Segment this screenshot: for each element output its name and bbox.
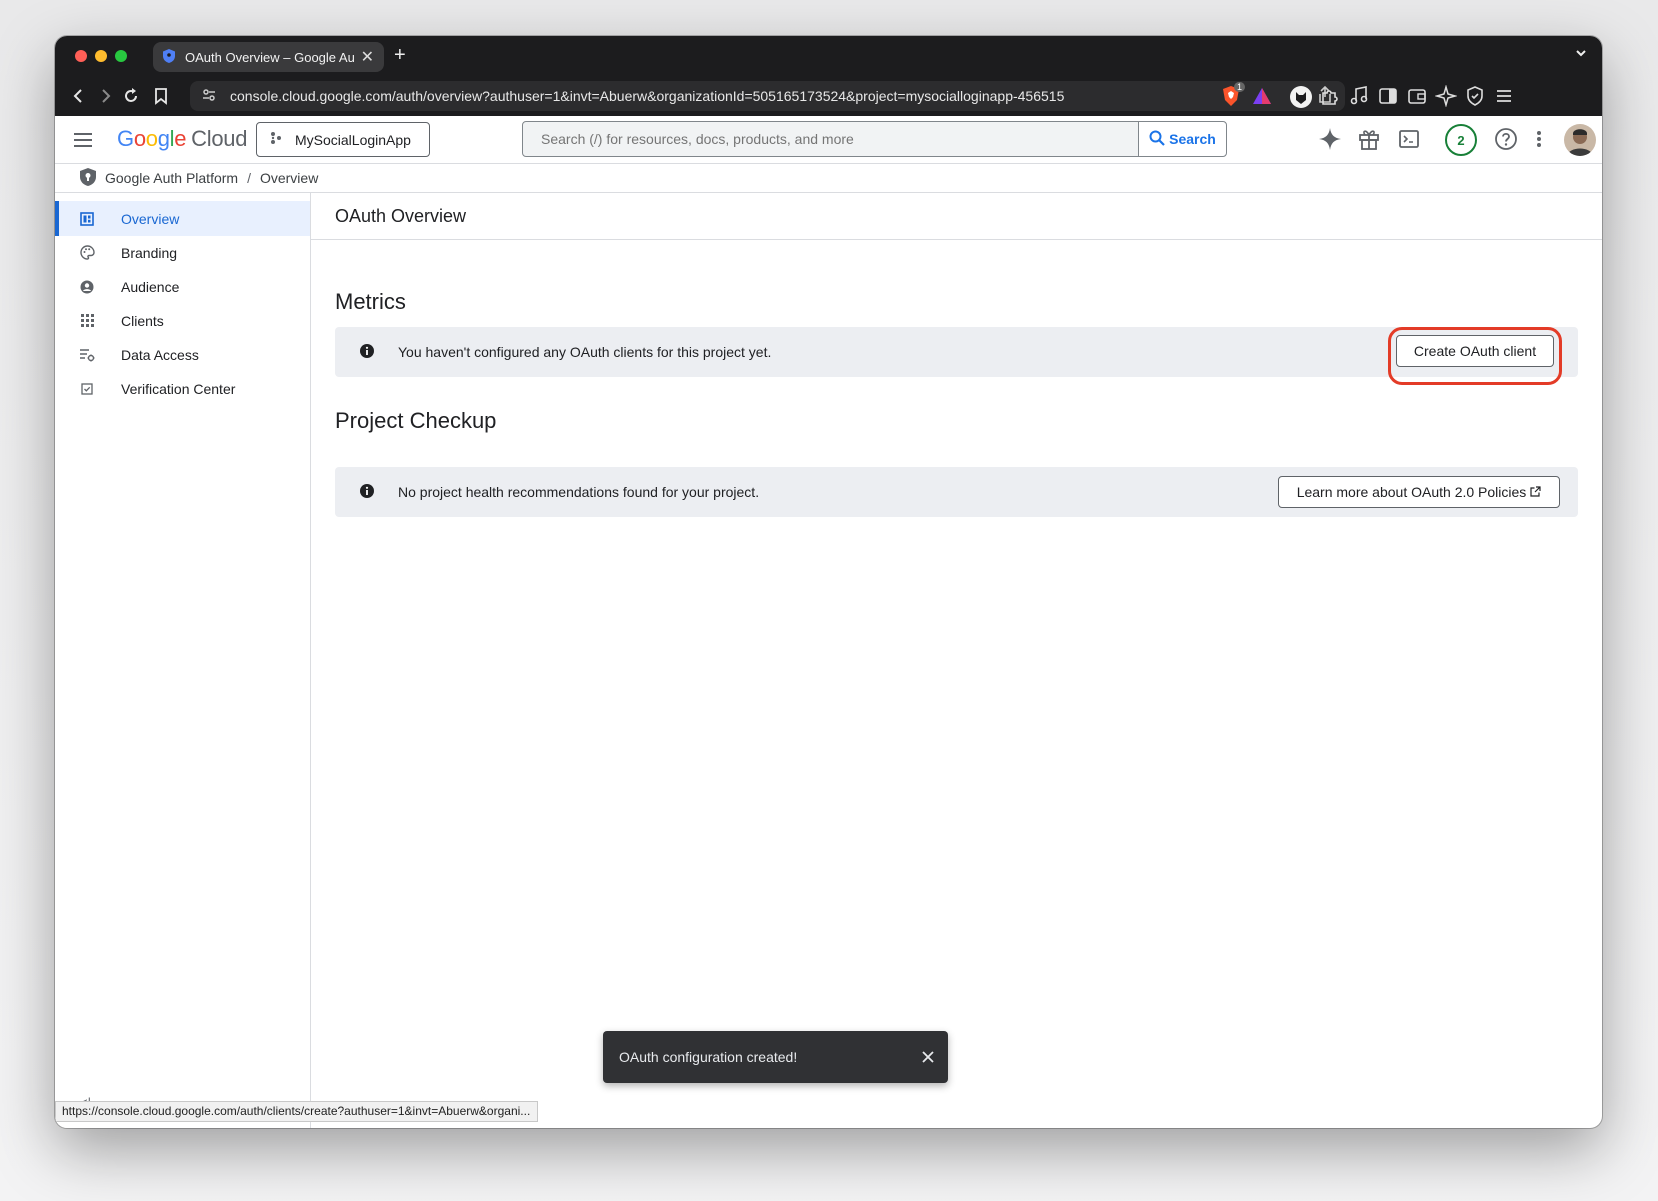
console-header: Google Cloud MySocialLoginApp Search (/)… [55,116,1602,164]
shield-icon [163,48,175,66]
checkbox-icon [77,382,97,395]
brave-rewards-icon[interactable] [1251,85,1273,112]
sidebar-item-label: Overview [121,210,180,227]
minimize-window-button[interactable] [95,50,107,62]
gemini-icon[interactable] [1317,126,1343,157]
url-text: console.cloud.google.com/auth/overview?a… [230,88,1065,104]
address-bar[interactable]: console.cloud.google.com/auth/overview?a… [190,81,1345,111]
palette-icon [77,245,97,260]
google-cloud-logo[interactable]: Google Cloud [117,126,247,152]
project-icon [269,131,283,148]
highlight-ring [1388,327,1562,385]
sidebar-item-label: Clients [121,312,164,329]
sidebar-item-data-access[interactable]: Data Access [55,337,310,372]
search-input[interactable] [541,131,1120,147]
bookmark-icon[interactable] [151,86,171,111]
status-url-preview: https://console.cloud.google.com/auth/cl… [55,1101,538,1122]
tab-strip: OAuth Overview – Google Auth Platform ✕ … [55,36,1602,76]
sidebar-item-label: Verification Center [121,380,236,397]
sidebar-item-label: Data Access [121,346,199,363]
sidebar-item-audience[interactable]: Audience [55,269,310,304]
puzzle-icon[interactable] [1319,85,1341,112]
notifications-badge[interactable]: 2 [1445,124,1477,156]
tab-close-icon[interactable]: ✕ [361,47,374,67]
checkup-message: No project health recommendations found … [398,484,760,500]
sidebar-item-branding[interactable]: Branding [55,235,310,270]
vpn-shield-icon[interactable] [1464,85,1486,112]
main-content: OAuth Overview Metrics You haven't confi… [311,193,1602,1128]
metrics-message: You haven't configured any OAuth clients… [398,344,772,360]
external-link-icon [1530,484,1541,500]
data-settings-icon [77,348,97,362]
snackbar-toast: OAuth configuration created! [603,1031,948,1083]
browser-window: OAuth Overview – Google Auth Platform ✕ … [55,36,1602,1128]
info-icon [360,483,374,501]
sidebar-item-label: Branding [121,244,178,261]
breadcrumb: Google Auth Platform / Overview [55,164,1602,193]
project-checkup-heading: Project Checkup [335,408,497,433]
person-circle-icon [77,280,97,294]
tab-title: OAuth Overview – Google Auth Platform [185,49,355,65]
close-window-button[interactable] [75,50,87,62]
close-icon[interactable] [908,1050,948,1064]
avatar[interactable] [1564,124,1596,156]
search-button[interactable]: Search [1138,122,1226,156]
dashboard-icon [77,211,97,226]
sidebar-item-verification-center[interactable]: Verification Center [55,371,310,406]
auth-platform-shield-icon [79,167,97,190]
toast-message: OAuth configuration created! [619,1049,798,1065]
browser-toolbar: console.cloud.google.com/auth/overview?a… [55,76,1602,116]
main-menu-icon[interactable] [72,129,94,156]
gift-icon[interactable] [1357,126,1381,157]
maximize-window-button[interactable] [115,50,127,62]
breadcrumb-current: Overview [259,170,319,186]
project-name: MySocialLoginApp [295,131,411,148]
sidebar-toggle-icon[interactable] [1377,85,1399,112]
search-icon [1149,130,1165,149]
breadcrumb-root[interactable]: Google Auth Platform [105,170,238,186]
new-tab-icon[interactable]: + [394,44,406,67]
cloud-shell-icon[interactable] [1397,126,1421,157]
project-picker-button[interactable]: MySocialLoginApp [256,122,430,157]
apps-grid-icon [77,314,97,327]
learn-more-oauth-policies-link[interactable]: Learn more about OAuth 2.0 Policies [1278,476,1560,508]
reload-icon[interactable] [121,86,141,111]
info-icon [360,343,374,361]
browser-tab[interactable]: OAuth Overview – Google Auth Platform ✕ [153,42,384,72]
menu-icon[interactable] [1493,85,1515,112]
window-controls [75,50,127,62]
back-icon[interactable] [69,86,89,111]
search-field [523,122,1138,156]
leo-ai-icon[interactable] [1434,84,1458,112]
help-icon[interactable] [1493,126,1519,157]
brave-shields-icon[interactable]: 1 [1220,82,1246,112]
chevron-down-icon[interactable] [1574,46,1588,65]
sidebar: Overview Branding Audience Clients Data … [55,193,311,1128]
shields-count-badge: 1 [1234,82,1246,92]
wallet-icon[interactable] [1406,85,1428,112]
sidebar-item-overview[interactable]: Overview [55,201,310,236]
more-vert-icon[interactable] [1535,126,1543,157]
page-title: OAuth Overview [311,193,1602,240]
sidebar-item-label: Audience [121,278,180,295]
site-settings-icon[interactable] [202,88,216,105]
search-button-label: Search [1169,131,1216,147]
sidebar-item-clients[interactable]: Clients [55,303,310,338]
metrics-heading: Metrics [335,289,406,314]
cloud-wordmark: Cloud [191,126,248,151]
search-bar: Search [522,121,1227,157]
breadcrumb-separator: / [247,170,251,186]
music-icon[interactable] [1348,85,1370,112]
learn-more-label: Learn more about OAuth 2.0 Policies [1296,484,1527,500]
forward-icon[interactable] [95,86,115,111]
google-wordmark: Google [117,126,187,151]
extension-icon[interactable] [1289,85,1313,114]
